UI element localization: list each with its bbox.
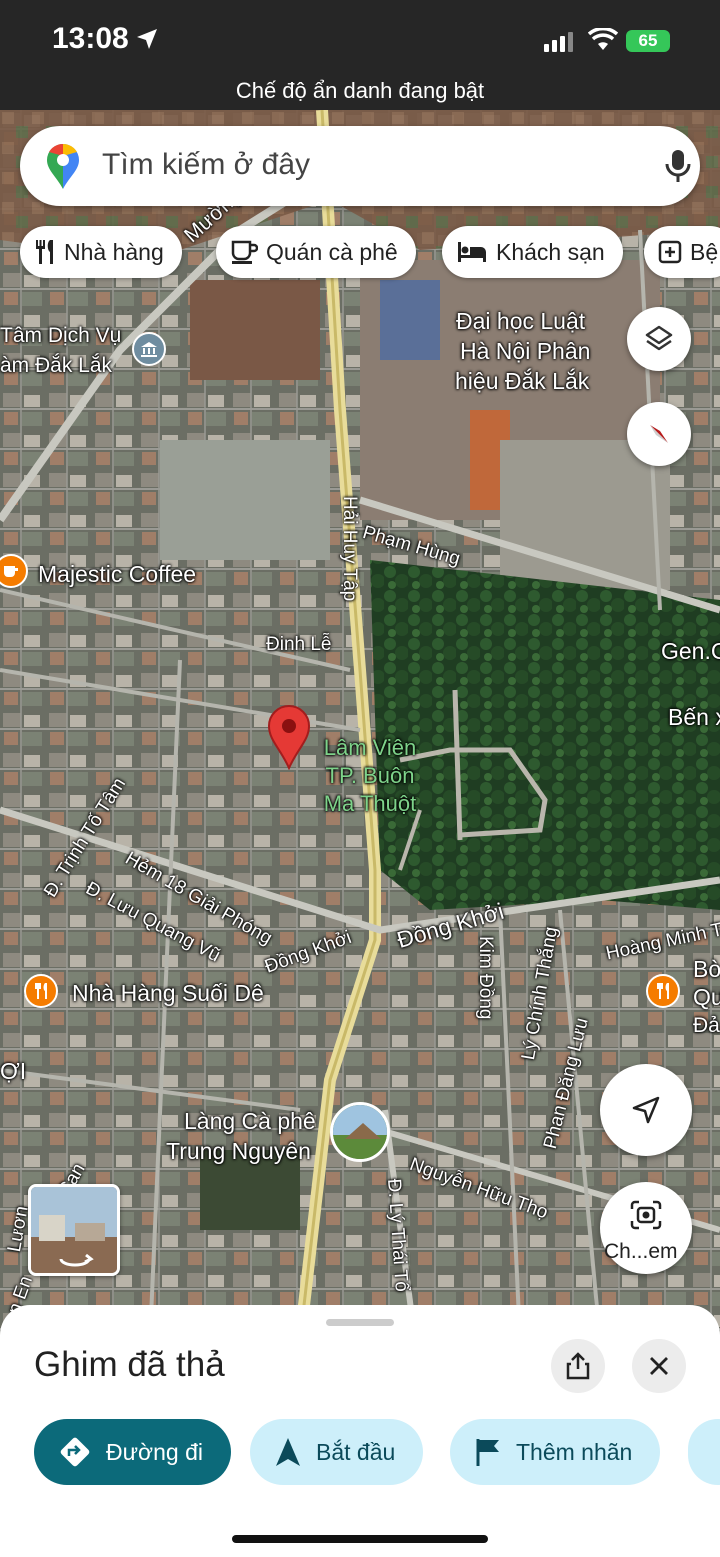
status-time: 13:08 [52,22,129,55]
map-label-qu[interactable]: Qu [693,984,720,1011]
share-button[interactable] [551,1339,605,1393]
wifi-icon [588,28,618,50]
sheet-drag-handle[interactable] [326,1319,394,1326]
compass-icon [650,425,668,443]
add-label-button[interactable]: Thêm nhãn [450,1419,661,1485]
battery-level: 65 [638,31,658,50]
more-actions-button[interactable] [688,1419,720,1485]
fork-knife-icon [36,240,53,264]
map-label-dinh-le: Đinh Lễ [266,634,332,655]
government-building-icon[interactable] [132,332,166,366]
location-arrow-icon [137,29,157,49]
map-label-dai-hoc-luat-3[interactable]: hiệu Đắk Lắk [455,368,589,395]
map-label-bo[interactable]: Bò [693,956,720,983]
google-maps-pin-icon [47,144,79,189]
road-label-kim-dong: Kim Đồng [475,936,496,1020]
map-label-ben-xe[interactable]: Bến x [668,704,720,731]
directions-icon [60,1437,90,1467]
map-label-majestic-coffee[interactable]: Majestic Coffee [38,561,196,588]
chip-label: Nhà hàng [64,238,164,265]
restaurant-poi-icon[interactable] [24,974,58,1008]
lang-ca-phe-photo-marker[interactable] [330,1102,390,1162]
map-label-loi: ỢI [0,1058,27,1084]
sheet-title: Ghim đã thả [34,1345,225,1384]
directions-button[interactable]: Đường đi [34,1419,231,1485]
microphone-icon[interactable] [664,148,692,184]
road-label-hai-huy-tap: Hải Huy Tập [339,496,360,602]
start-label: Bắt đầu [316,1438,396,1465]
street-view-image [31,1187,117,1273]
street-view-thumbnail[interactable] [28,1184,120,1276]
layers-button[interactable] [627,307,691,371]
battery-indicator: 65 [626,30,670,52]
search-bar[interactable]: Tìm kiếm ở đây [20,126,700,206]
dropped-pin-icon[interactable] [266,704,312,770]
share-icon [566,1352,590,1380]
incognito-banner: Chế độ ẩn danh đang bật [235,78,485,103]
restaurant-poi-icon-right[interactable] [646,974,680,1008]
chip-restaurants[interactable]: Nhà hàng [20,226,182,278]
search-input[interactable]: Tìm kiếm ở đây [102,148,310,182]
lam-vien-line-3: Ma Thuột [323,791,417,816]
map-label-tam-dich-vu[interactable]: Tâm Dịch Vụ [0,324,121,348]
start-button[interactable]: Bắt đầu [250,1419,424,1485]
map-label-lang-ca-phe-2[interactable]: Trung Nguyên [166,1138,311,1165]
my-location-button[interactable] [600,1064,692,1156]
map-label-nha-hang-suoi-de[interactable]: Nhà Hàng Suối Dê [72,980,264,1007]
map-label-dai-hoc-luat-2[interactable]: Hà Nội Phân [460,338,590,365]
coffee-cup-icon [231,240,258,264]
dropped-pin-sheet[interactable]: Ghim đã thả Đường đi Bắt đầu Thêm nhãn [0,1305,720,1557]
directions-label: Đường đi [106,1438,203,1465]
map-view[interactable]: Tâm Dịch Vụ àm Đắk Lắk Đại học Luật Hà N… [0,110,720,1340]
map-label-lang-ca-phe-1[interactable]: Làng Cà phê [184,1108,316,1135]
compass-button[interactable] [627,402,691,466]
lam-vien-line-1: Lâm Viên [323,735,417,760]
navigation-arrow-icon [276,1438,300,1466]
flag-icon [476,1439,499,1466]
chip-more[interactable]: Bệ [644,226,720,278]
close-icon [650,1357,668,1375]
chip-hotels[interactable]: Khách sạn [442,226,623,278]
chip-label: Bệ [690,238,719,265]
map-label-lam-vien[interactable]: Lâm Viên TP. Buôn Ma Thuột [312,734,428,818]
map-label-dai-hoc-luat-1[interactable]: Đại học Luật [456,308,585,335]
home-indicator [232,1535,488,1543]
map-label-gen[interactable]: Gen.C [661,638,720,665]
layers-icon [645,325,673,351]
chip-label: Quán cà phê [266,238,398,265]
chip-coffee[interactable]: Quán cà phê [216,226,416,278]
cellular-signal-icon [544,32,573,52]
map-label-dak-lak[interactable]: àm Đắk Lắk [0,354,112,378]
camera-lens-icon [630,1200,662,1230]
navigation-arrow-icon [632,1096,660,1124]
lam-vien-line-2: TP. Buôn [325,763,415,788]
bed-icon [458,242,486,262]
status-bar: 13:08 65 Chế độ ẩn danh đang bật [0,0,720,110]
map-label-da[interactable]: Đả [693,1014,720,1038]
plus-square-icon [658,240,682,264]
close-button[interactable] [632,1339,686,1393]
chip-label: Khách sạn [496,238,605,265]
add-label-text: Thêm nhãn [516,1438,633,1465]
lens-label: Ch...em [604,1240,678,1263]
